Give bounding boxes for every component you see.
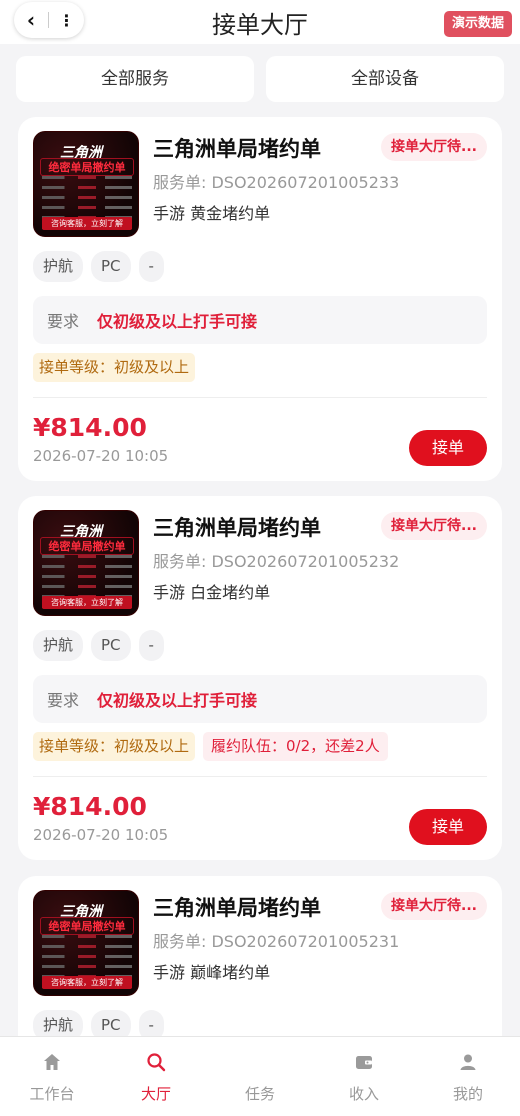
card-divider — [33, 397, 487, 398]
order-title: 三角洲单局堵约单 — [153, 896, 321, 920]
game-thumbnail: 三角洲 绝密单局撤约单 咨询客服，立刻了解 — [33, 131, 139, 237]
requirement-label: 要求 — [47, 691, 80, 710]
service-filter-button[interactable]: 全部服务 — [16, 56, 254, 102]
chip-list: 接单等级：初级及以上 履约队伍：0/2，还差2人 — [33, 732, 388, 761]
tag-extra: - — [138, 251, 164, 282]
wallet-icon — [356, 1056, 372, 1069]
level-chip: 接单等级：初级及以上 — [33, 732, 196, 761]
tag-list: 护航 PC - — [33, 251, 164, 282]
requirement-value: 仅初级及以上打手可接 — [97, 312, 258, 331]
tab-label: 工作台 — [29, 1085, 75, 1103]
tab-label: 任务 — [244, 1085, 275, 1103]
game-thumbnail: 三角洲 绝密单局撤约单 咨询客服，立刻了解 — [33, 510, 139, 616]
tag-service: 护航 — [33, 630, 84, 661]
tab-label: 我的 — [452, 1085, 483, 1103]
tab-label: 大厅 — [140, 1085, 171, 1103]
search-icon — [147, 1053, 166, 1072]
tab-label: 收入 — [348, 1085, 379, 1103]
tag-service: 护航 — [33, 251, 84, 282]
game-type: 手游 黄金堵约单 — [153, 204, 271, 223]
tab-tasks[interactable]: 任务 — [208, 1037, 312, 1116]
tab-mine[interactable]: 我的 — [416, 1037, 520, 1116]
filter-bar: 全部服务 全部设备 — [16, 56, 504, 102]
requirement-value: 仅初级及以上打手可接 — [97, 691, 258, 710]
tab-workbench[interactable]: 工作台 — [0, 1037, 104, 1116]
order-title: 三角洲单局堵约单 — [153, 137, 321, 161]
status-badge: 接单大厅待... — [381, 512, 487, 540]
thumb-subtitle: 绝密单局撤约单 — [40, 917, 134, 935]
order-price: ¥814.00 — [33, 413, 147, 442]
top-nav-bar: ‹ ⋮ 接单大厅 演示数据 — [0, 0, 520, 44]
task-icon — [253, 1054, 267, 1071]
order-card[interactable]: 三角洲 绝密单局撤约单 咨询客服，立刻了解 三角洲单局堵约单 接单大厅待... … — [18, 496, 502, 860]
thumb-cta: 咨询客服，立刻了解 — [42, 976, 132, 989]
page-title: 接单大厅 — [212, 11, 308, 39]
requirement-label: 要求 — [47, 312, 80, 331]
game-type: 手游 巅峰堵约单 — [153, 963, 271, 982]
order-price: ¥814.00 — [33, 792, 147, 821]
requirement-box: 要求 仅初级及以上打手可接 — [33, 675, 487, 723]
order-title: 三角洲单局堵约单 — [153, 516, 321, 540]
level-chip: 接单等级：初级及以上 — [33, 353, 196, 382]
game-thumbnail: 三角洲 绝密单局撤约单 咨询客服，立刻了解 — [33, 890, 139, 996]
tag-extra: - — [138, 630, 164, 661]
tag-platform: PC — [91, 630, 131, 661]
order-number: 服务单: DSO202607201005232 — [153, 552, 400, 571]
tag-platform: PC — [91, 251, 131, 282]
device-filter-button[interactable]: 全部设备 — [266, 56, 504, 102]
status-badge: 接单大厅待... — [381, 133, 487, 161]
home-icon — [44, 1054, 60, 1070]
user-icon — [460, 1054, 476, 1070]
status-badge: 接单大厅待... — [381, 892, 487, 920]
tag-list: 护航 PC - — [33, 630, 164, 661]
order-number: 服务单: DSO202607201005231 — [153, 932, 400, 951]
order-date: 2026-07-20 10:05 — [33, 826, 169, 844]
order-date: 2026-07-20 10:05 — [33, 447, 169, 465]
team-chip: 履约队伍：0/2，还差2人 — [203, 732, 388, 761]
demo-data-badge[interactable]: 演示数据 — [443, 11, 512, 37]
game-type: 手游 白金堵约单 — [153, 583, 271, 602]
thumb-subtitle: 绝密单局撤约单 — [40, 158, 134, 176]
card-divider — [33, 776, 487, 777]
accept-order-button[interactable]: 接单 — [409, 430, 487, 466]
order-number: 服务单: DSO202607201005233 — [153, 173, 400, 192]
thumb-subtitle: 绝密单局撤约单 — [40, 537, 134, 555]
bottom-tab-bar: 工作台 大厅 任务 收入 我的 — [0, 1036, 520, 1116]
order-card[interactable]: 三角洲 绝密单局撤约单 咨询客服，立刻了解 三角洲单局堵约单 接单大厅待... … — [18, 117, 502, 481]
chip-list: 接单等级：初级及以上 — [33, 353, 196, 382]
tab-hall[interactable]: 大厅 — [104, 1037, 208, 1116]
tab-income[interactable]: 收入 — [312, 1037, 416, 1116]
thumb-cta: 咨询客服，立刻了解 — [42, 217, 132, 230]
thumb-cta: 咨询客服，立刻了解 — [42, 596, 132, 609]
accept-order-button[interactable]: 接单 — [409, 809, 487, 845]
requirement-box: 要求 仅初级及以上打手可接 — [33, 296, 487, 344]
